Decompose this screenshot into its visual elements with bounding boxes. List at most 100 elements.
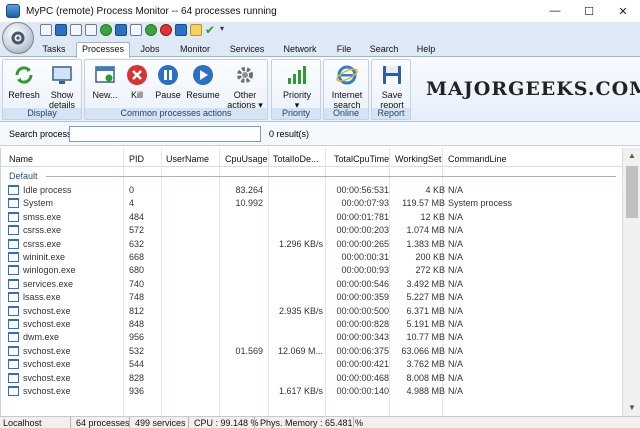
scroll-down-arrow-icon[interactable]: ▼	[623, 400, 640, 416]
online-group: Internet search Online	[323, 59, 369, 120]
scroll-up-arrow-icon[interactable]: ▲	[623, 148, 640, 164]
services-icon[interactable]	[100, 24, 112, 36]
table-row[interactable]: lsass.exe 748 00:00:00:359 5.227 MB N/A	[1, 291, 622, 304]
maximize-button[interactable]: ☐	[572, 0, 606, 22]
table-row[interactable]: csrss.exe 632 1.296 KB/s 00:00:00:265 1.383 …	[1, 238, 622, 251]
table-row[interactable]: Idle process 0 83.264 00:00:56:531 4 KB N/A	[1, 184, 622, 197]
column-header-commandline[interactable]: CommandLine	[448, 154, 507, 164]
status-separator	[188, 417, 189, 428]
file-icon[interactable]	[130, 24, 142, 36]
table-row[interactable]: dwm.exe 956 00:00:00:343 10.77 MB N/A	[1, 331, 622, 344]
process-window-icon	[8, 386, 19, 396]
jobs-icon[interactable]	[70, 24, 82, 36]
table-row[interactable]: svchost.exe 936 1.617 KB/s 00:00:00:140 4.98…	[1, 385, 622, 398]
customize-dropdown-icon[interactable]: ▾	[220, 24, 232, 36]
process-window-icon	[8, 345, 19, 356]
close-button[interactable]: ✕	[606, 0, 640, 22]
table-row[interactable]: svchost.exe 544 00:00:00:421 3.762 MB N/A	[1, 358, 622, 371]
tab-help[interactable]: Help	[415, 43, 437, 57]
table-row[interactable]: System 4 10.992 00:00:07:93 119.57 MB System …	[1, 197, 622, 210]
cell-name: svchost.exe	[23, 345, 71, 356]
refresh-button[interactable]: Refresh	[7, 63, 41, 100]
save-icon[interactable]	[175, 24, 187, 36]
column-header-totalcputime[interactable]: TotalCpuTime	[334, 154, 389, 164]
network-icon[interactable]	[115, 24, 127, 36]
cell-name: wininit.exe	[23, 252, 66, 262]
table-row[interactable]: svchost.exe 812 2.935 KB/s 00:00:00:500 6.37…	[1, 305, 622, 318]
cell-commandline: N/A	[448, 332, 464, 343]
cell-commandline: N/A	[448, 345, 464, 356]
cell-pid: 748	[129, 292, 145, 303]
internet-search-button[interactable]: Internet search	[327, 63, 367, 110]
tab-services[interactable]: Services	[228, 43, 266, 57]
cell-pid: 812	[129, 305, 145, 316]
monitor-icon[interactable]	[85, 24, 97, 36]
table-row[interactable]: svchost.exe 532 01.569 12.069 M... 00:00:06:…	[1, 345, 622, 358]
status-memory: Phys. Memory : 65.481 %	[260, 418, 364, 428]
cell-totaliodelta: 2.935 KB/s	[278, 305, 323, 316]
table-row[interactable]: svchost.exe 848 00:00:00:828 5.191 MB N/A	[1, 318, 622, 331]
cell-name: svchost.exe	[23, 319, 71, 329]
check-icon[interactable]: ✔	[205, 24, 217, 36]
other-actions-button[interactable]: Other actions ▾	[225, 63, 265, 110]
tab-network[interactable]: Network	[281, 43, 319, 57]
search-process-input[interactable]	[69, 126, 261, 142]
cell-cpuusage: 83.264	[235, 185, 263, 195]
save-report-button[interactable]: Save report	[374, 63, 410, 110]
tab-tasks[interactable]: Tasks	[40, 43, 68, 57]
add-icon[interactable]	[145, 24, 157, 36]
column-header-cpuusage[interactable]: CpuUsage	[225, 154, 268, 164]
application-menu-button[interactable]	[2, 22, 34, 54]
cell-totaliodelta: 1.617 KB/s	[278, 386, 323, 396]
tab-jobs[interactable]: Jobs	[138, 43, 162, 57]
table-row[interactable]: winlogon.exe 680 00:00:00:93 272 KB N/A	[1, 264, 622, 277]
play-icon	[193, 65, 213, 85]
table-row[interactable]: services.exe 740 00:00:00:546 3.492 MB N/A	[1, 278, 622, 291]
column-header-workingset[interactable]: WorkingSet	[395, 154, 441, 164]
kill-button[interactable]: Kill	[123, 63, 151, 100]
table-row[interactable]: wininit.exe 668 00:00:00:31 200 KB N/A	[1, 251, 622, 264]
internet-explorer-icon	[336, 65, 358, 85]
column-header-totaliodelta[interactable]: TotalIoDe...	[273, 154, 319, 164]
column-header-name[interactable]: Name	[9, 154, 33, 164]
process-grid[interactable]: Name PID UserName CpuUsage TotalIoDe... …	[0, 148, 622, 416]
gear-icon	[11, 31, 25, 45]
refresh-icon	[15, 66, 33, 84]
vertical-scrollbar[interactable]: ▲ ▼	[622, 148, 640, 416]
table-row[interactable]: svchost.exe 828 00:00:00:468 8.008 MB N/A	[1, 372, 622, 385]
status-cpu: CPU : 99.148 %	[194, 418, 259, 428]
process-window-icon	[8, 238, 19, 249]
scroll-thumb[interactable]	[626, 166, 638, 218]
new-process-button[interactable]: New...	[89, 63, 121, 100]
tab-processes[interactable]: Processes	[76, 42, 130, 58]
app-icon	[6, 4, 20, 18]
status-separator	[353, 417, 354, 428]
process-window-icon	[8, 265, 19, 276]
column-header-pid[interactable]: PID	[129, 154, 144, 164]
tab-file[interactable]: File	[335, 43, 353, 57]
processes-icon[interactable]	[55, 24, 67, 36]
tasks-icon[interactable]	[40, 24, 52, 36]
tab-monitor[interactable]: Monitor	[176, 43, 214, 57]
minimize-button[interactable]: —	[538, 0, 572, 22]
tab-search[interactable]: Search	[369, 43, 399, 57]
column-header-username[interactable]: UserName	[166, 154, 209, 164]
cell-pid: 532	[129, 345, 145, 356]
status-separator	[254, 417, 255, 428]
cell-totalcputime: 00:00:01:781	[336, 211, 389, 222]
stop-icon[interactable]	[160, 24, 172, 36]
resume-button[interactable]: Resume	[185, 63, 221, 100]
show-details-button[interactable]: Show details	[44, 63, 80, 110]
cell-totalcputime: 00:00:00:203	[336, 225, 389, 236]
cell-totalcputime: 00:00:00:546	[336, 278, 389, 289]
status-separator	[129, 417, 130, 428]
table-row[interactable]: smss.exe 484 00:00:01:781 12 KB N/A	[1, 211, 622, 224]
priority-button[interactable]: Priority ▾	[276, 63, 318, 110]
report-group: Save report Report	[371, 59, 411, 120]
table-row[interactable]: csrss.exe 572 00:00:00:203 1.074 MB N/A	[1, 224, 622, 237]
pause-button[interactable]: Pause	[153, 63, 183, 100]
cell-name: services.exe	[23, 278, 74, 289]
folder-icon[interactable]	[190, 24, 202, 36]
cell-totalcputime: 00:00:00:421	[336, 359, 389, 370]
status-service-count: 499 services	[135, 418, 186, 428]
